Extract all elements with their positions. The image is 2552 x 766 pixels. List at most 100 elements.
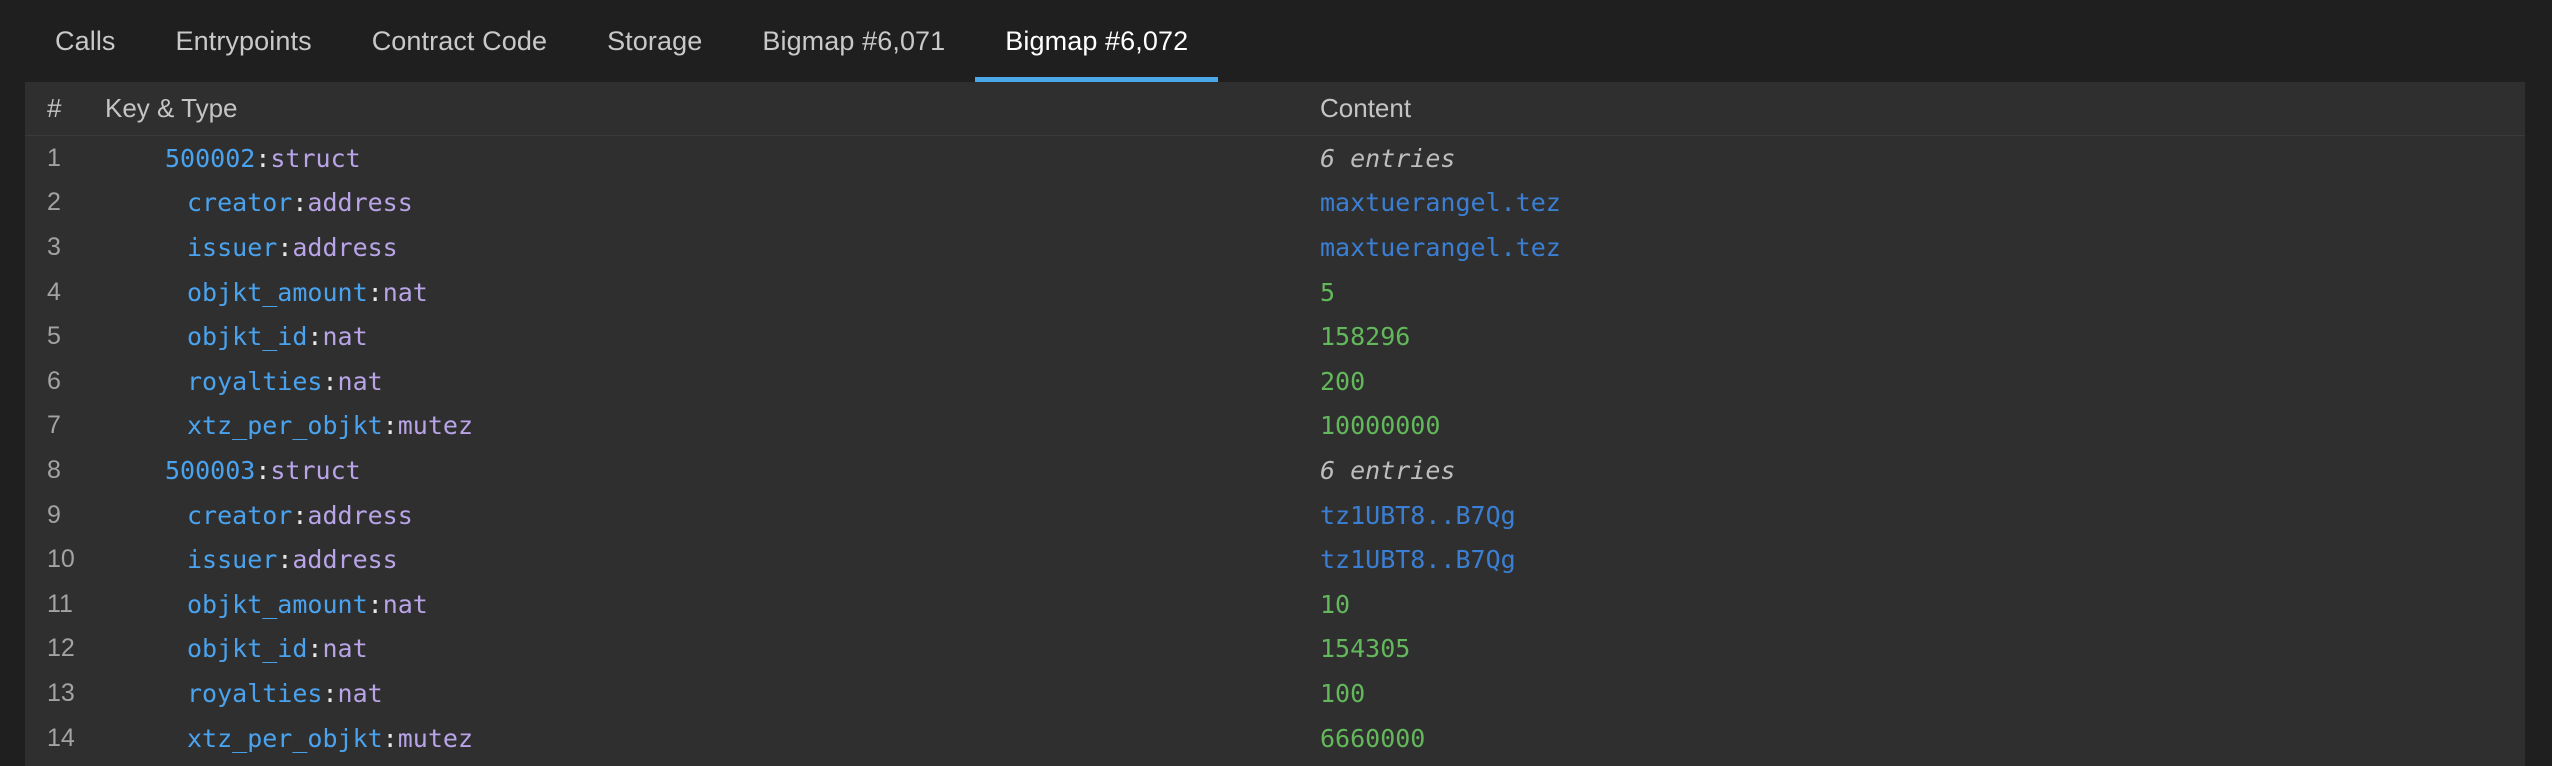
key-colon: : xyxy=(277,233,292,262)
content-address-link[interactable]: tz1UBT8..B7Qg xyxy=(1320,545,1516,574)
row-key-type: xtz_per_objkt:mutez xyxy=(105,411,1320,440)
key-colon: : xyxy=(307,322,322,351)
row-number: 9 xyxy=(25,501,105,530)
row-content: tz1UBT8..B7Qg xyxy=(1320,545,2525,574)
row-content: tz1UBT8..B7Qg xyxy=(1320,501,2525,530)
tab-storage[interactable]: Storage xyxy=(577,0,732,82)
table-row: 1500002:struct6 entries xyxy=(25,136,2525,181)
key-name: xtz_per_objkt xyxy=(187,724,383,753)
key-colon: : xyxy=(368,278,383,307)
key-type: address xyxy=(307,188,412,217)
table-row: 4objkt_amount:nat5 xyxy=(25,270,2525,315)
key-colon: : xyxy=(255,456,270,485)
row-number: 10 xyxy=(25,545,105,574)
key-name: issuer xyxy=(187,233,277,262)
content-value: 154305 xyxy=(1320,634,1410,663)
content-address-link[interactable]: tz1UBT8..B7Qg xyxy=(1320,501,1516,530)
row-key-type: objkt_amount:nat xyxy=(105,590,1320,619)
tab-contract-code[interactable]: Contract Code xyxy=(342,0,577,82)
row-content: 154305 xyxy=(1320,634,2525,663)
row-content: 10000000 xyxy=(1320,411,2525,440)
key-type: struct xyxy=(270,144,360,173)
key-name: objkt_id xyxy=(187,634,307,663)
content-value: 158296 xyxy=(1320,322,1410,351)
row-content: 6 entries xyxy=(1320,144,2525,173)
row-key-type: xtz_per_objkt:mutez xyxy=(105,724,1320,753)
row-number: 2 xyxy=(25,188,105,217)
key-colon: : xyxy=(383,724,398,753)
key-type: nat xyxy=(383,278,428,307)
tab-entrypoints[interactable]: Entrypoints xyxy=(146,0,342,82)
tab-bigmap-6-072[interactable]: Bigmap #6,072 xyxy=(975,0,1218,82)
row-number: 7 xyxy=(25,411,105,440)
row-number: 12 xyxy=(25,634,105,663)
row-key-type: creator:address xyxy=(105,501,1320,530)
content-value: 6660000 xyxy=(1320,724,1425,753)
row-key-type: objkt_id:nat xyxy=(105,634,1320,663)
content-value: 100 xyxy=(1320,679,1365,708)
row-number: 3 xyxy=(25,233,105,262)
key-name: 500003 xyxy=(165,456,255,485)
table-row: 2creator:addressmaxtuerangel.tez xyxy=(25,181,2525,226)
table-row: 7xtz_per_objkt:mutez10000000 xyxy=(25,404,2525,449)
row-key-type: royalties:nat xyxy=(105,367,1320,396)
row-key-type: royalties:nat xyxy=(105,679,1320,708)
table-row: 8500003:struct6 entries xyxy=(25,448,2525,493)
key-name: creator xyxy=(187,501,292,530)
key-colon: : xyxy=(255,144,270,173)
key-colon: : xyxy=(322,679,337,708)
row-number: 6 xyxy=(25,367,105,396)
tab-bigmap-6-071[interactable]: Bigmap #6,071 xyxy=(732,0,975,82)
key-colon: : xyxy=(383,411,398,440)
row-key-type: 500003:struct xyxy=(105,456,1320,485)
row-content: 100 xyxy=(1320,679,2525,708)
row-number: 4 xyxy=(25,278,105,307)
row-content: maxtuerangel.tez xyxy=(1320,188,2525,217)
table-row: 5objkt_id:nat158296 xyxy=(25,314,2525,359)
table-row: 13royalties:nat100 xyxy=(25,671,2525,716)
column-header-number: # xyxy=(25,93,105,124)
key-type: address xyxy=(307,501,412,530)
key-type: struct xyxy=(270,456,360,485)
content-address-link[interactable]: maxtuerangel.tez xyxy=(1320,233,1561,262)
row-content: 10 xyxy=(1320,590,2525,619)
table-row: 14xtz_per_objkt:mutez6660000 xyxy=(25,716,2525,761)
table-row: 12objkt_id:nat154305 xyxy=(25,627,2525,672)
content-value: 10 xyxy=(1320,590,1350,619)
key-type: nat xyxy=(338,367,383,396)
row-number: 13 xyxy=(25,679,105,708)
row-content: 5 xyxy=(1320,278,2525,307)
key-name: royalties xyxy=(187,367,322,396)
row-number: 8 xyxy=(25,456,105,485)
key-name: issuer xyxy=(187,545,277,574)
tab-bar: CallsEntrypointsContract CodeStorageBigm… xyxy=(0,0,2552,82)
table-row: 6royalties:nat200 xyxy=(25,359,2525,404)
column-header-content: Content xyxy=(1320,93,2525,124)
key-colon: : xyxy=(307,634,322,663)
key-name: objkt_amount xyxy=(187,590,368,619)
bigmap-rows: 1500002:struct6 entries2creator:addressm… xyxy=(25,136,2525,760)
row-number: 11 xyxy=(25,590,105,619)
content-address-link[interactable]: maxtuerangel.tez xyxy=(1320,188,1561,217)
key-colon: : xyxy=(277,545,292,574)
key-type: nat xyxy=(338,679,383,708)
tab-calls[interactable]: Calls xyxy=(25,0,146,82)
table-header-row: # Key & Type Content xyxy=(25,82,2525,136)
key-type: mutez xyxy=(398,411,473,440)
table-row: 11objkt_amount:nat10 xyxy=(25,582,2525,627)
content-value: 200 xyxy=(1320,367,1365,396)
table-row: 10issuer:addresstz1UBT8..B7Qg xyxy=(25,537,2525,582)
column-header-key-type: Key & Type xyxy=(105,93,1320,124)
row-key-type: issuer:address xyxy=(105,545,1320,574)
key-name: royalties xyxy=(187,679,322,708)
key-type: mutez xyxy=(398,724,473,753)
row-content: maxtuerangel.tez xyxy=(1320,233,2525,262)
key-name: objkt_id xyxy=(187,322,307,351)
row-key-type: issuer:address xyxy=(105,233,1320,262)
key-colon: : xyxy=(292,501,307,530)
key-name: xtz_per_objkt xyxy=(187,411,383,440)
key-type: nat xyxy=(383,590,428,619)
row-key-type: objkt_amount:nat xyxy=(105,278,1320,307)
key-type: nat xyxy=(322,322,367,351)
row-content: 158296 xyxy=(1320,322,2525,351)
